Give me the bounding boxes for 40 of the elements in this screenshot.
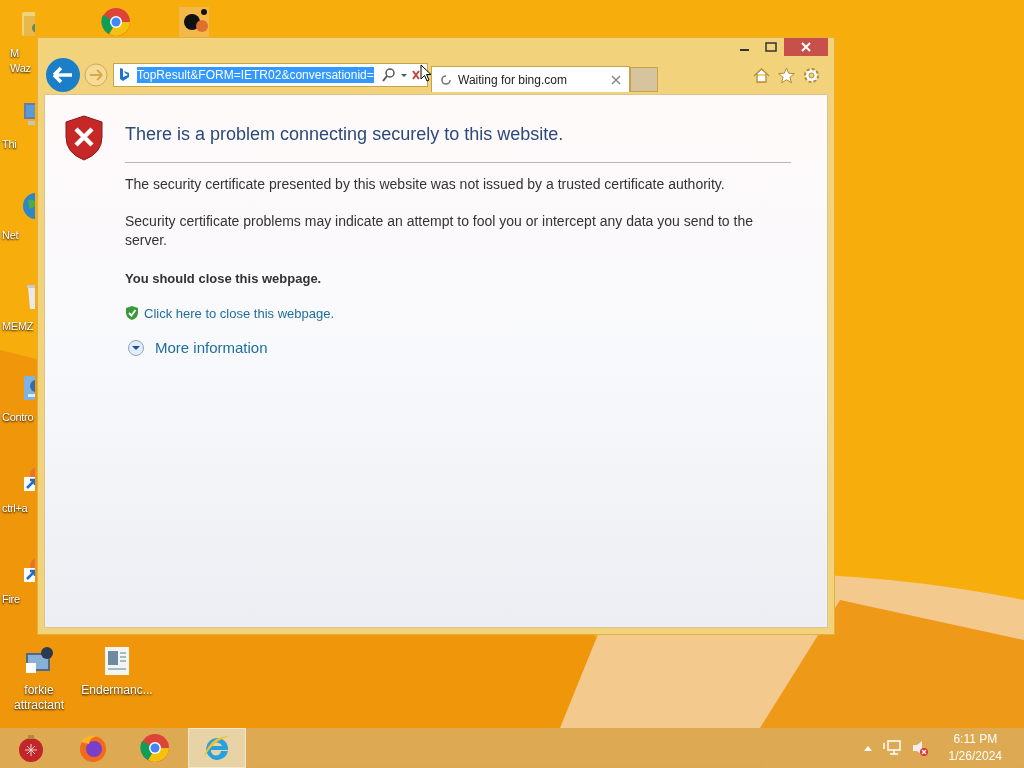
show-hidden-icons-icon[interactable] xyxy=(862,744,873,752)
expand-icon[interactable] xyxy=(127,339,145,358)
clock-date: 1/26/2024 xyxy=(948,748,1002,765)
back-button[interactable] xyxy=(45,57,81,93)
chrome-icon xyxy=(139,732,171,764)
icon-label: M Waz xyxy=(10,46,31,76)
more-information-link[interactable]: More information xyxy=(155,337,268,360)
close-button[interactable] xyxy=(784,38,828,56)
icon-label: forkie attractant xyxy=(14,683,64,713)
error-shield-icon xyxy=(64,115,104,161)
volume-muted-icon[interactable] xyxy=(910,739,929,757)
home-icon[interactable] xyxy=(753,66,770,84)
clock-time: 6:11 PM xyxy=(953,731,998,748)
desktop-icon[interactable] xyxy=(178,6,210,38)
close-tab-icon[interactable] xyxy=(611,74,621,85)
address-text[interactable]: TopResult&FORM=IETR02&conversationid= xyxy=(137,67,374,83)
loading-spinner-icon xyxy=(440,73,452,86)
icon-label: MEMZ xyxy=(2,319,34,334)
star-icon[interactable] xyxy=(778,66,795,84)
tab-title: Waiting for bing.com xyxy=(458,71,568,89)
body-text: The security certificate presented by this website was not issued by a trusted certificate authority. xyxy=(125,175,726,194)
icon-label: ctrl+a xyxy=(2,501,28,516)
settings-icon[interactable] xyxy=(803,66,820,84)
address-bar[interactable]: TopResult&FORM=IETR02&conversationid= xyxy=(113,63,428,87)
icon-label: Endermanc... xyxy=(81,683,153,698)
close-page-link[interactable]: Click here to close this webpage. xyxy=(144,303,335,323)
error-heading: There is a problem connecting securely to this website. xyxy=(125,123,565,146)
search-icon[interactable] xyxy=(380,67,397,83)
icon-label: Fire xyxy=(2,592,20,607)
network-icon[interactable] xyxy=(882,740,901,756)
shield-check-icon xyxy=(125,305,139,322)
recommendation-text: You should close this webpage. xyxy=(125,270,323,288)
icon-label: Net xyxy=(2,228,19,243)
bing-icon xyxy=(118,67,130,83)
browser-tab[interactable]: Waiting for bing.com xyxy=(431,66,630,92)
mouse-pointer-icon xyxy=(420,64,432,82)
body-text: Security certificate problems may indicate an attempt to fool you or intercept any data you send to the server. xyxy=(125,212,754,250)
icon-label: Contro xyxy=(2,410,34,425)
taskbar-app-button[interactable] xyxy=(188,728,246,768)
icon-label: Thi xyxy=(2,137,17,152)
